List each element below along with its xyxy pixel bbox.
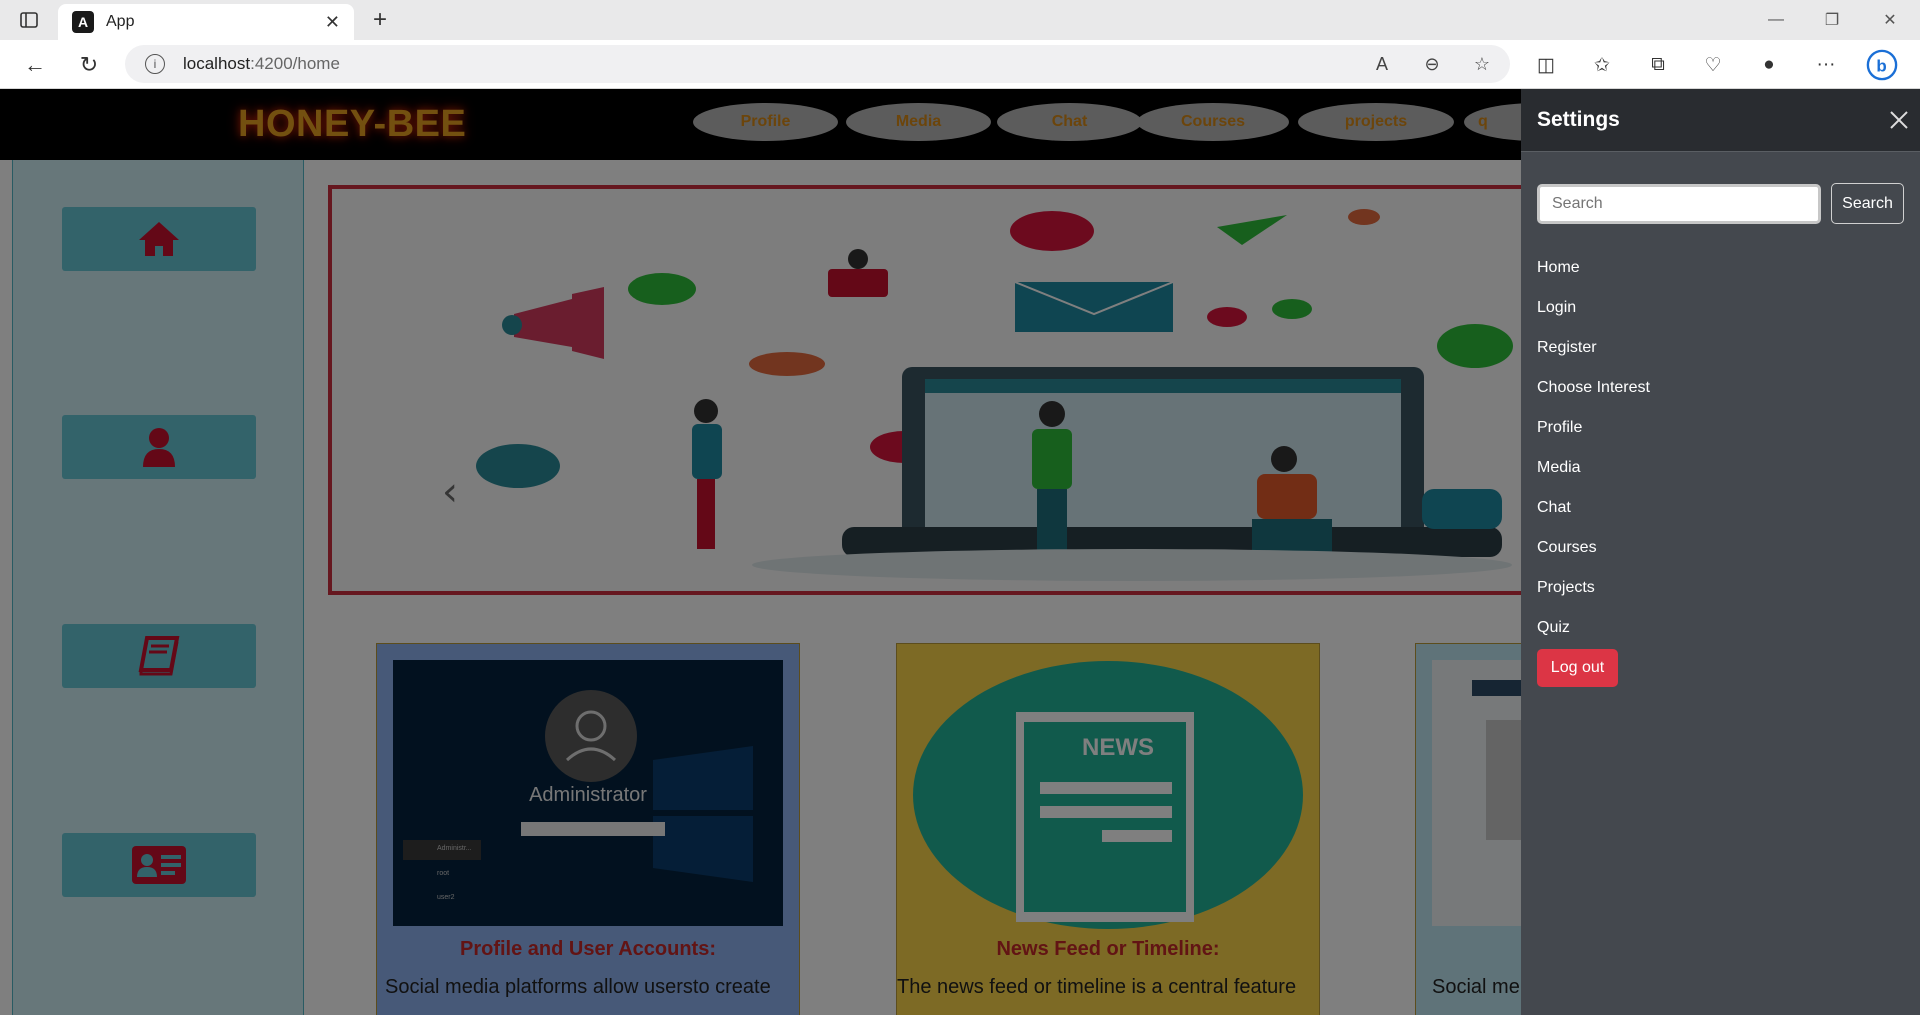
- svg-text:b: b: [1876, 57, 1886, 76]
- tab-close-icon[interactable]: ✕: [325, 12, 340, 33]
- favorite-star-icon[interactable]: ☆: [1468, 50, 1496, 78]
- search-button[interactable]: Search: [1831, 183, 1904, 224]
- url-field[interactable]: i localhost:4200/home A ⊖ ☆: [125, 45, 1510, 83]
- menu-link-media[interactable]: Media: [1537, 459, 1581, 477]
- logout-button[interactable]: Log out: [1537, 649, 1618, 687]
- menu-link-quiz[interactable]: Quiz: [1537, 619, 1570, 637]
- favorites-icon[interactable]: ✩: [1586, 50, 1618, 80]
- window-close-icon[interactable]: ✕: [1870, 6, 1910, 34]
- menu-link-projects[interactable]: Projects: [1537, 579, 1595, 597]
- back-icon[interactable]: ←: [20, 50, 50, 80]
- menu-link-login[interactable]: Login: [1537, 299, 1576, 317]
- split-screen-icon[interactable]: ◫: [1530, 50, 1562, 80]
- restore-icon[interactable]: ❐: [1812, 6, 1852, 34]
- browser-tab-bar: A App ✕ + — ❐ ✕: [0, 0, 1920, 40]
- offcanvas-header: Settings: [1521, 89, 1920, 152]
- read-aloud-icon[interactable]: A: [1368, 50, 1396, 78]
- menu-link-profile[interactable]: Profile: [1537, 419, 1582, 437]
- menu-link-chat[interactable]: Chat: [1537, 499, 1571, 517]
- more-menu-icon[interactable]: ···: [1810, 50, 1842, 80]
- zoom-out-icon[interactable]: ⊖: [1418, 50, 1446, 78]
- url-text: localhost:4200/home: [183, 54, 340, 73]
- new-tab-icon[interactable]: +: [366, 6, 394, 34]
- browser-tab[interactable]: A App ✕: [58, 4, 354, 40]
- close-icon[interactable]: [1886, 107, 1912, 133]
- bing-copilot-icon[interactable]: b: [1866, 49, 1898, 81]
- offcanvas-title: Settings: [1537, 108, 1620, 131]
- address-bar: ← ↻ i localhost:4200/home A ⊖ ☆ ◫ ✩ ⧉ ♡ …: [0, 40, 1920, 89]
- refresh-icon[interactable]: ↻: [74, 50, 104, 80]
- tab-title: App: [106, 13, 135, 30]
- menu-link-courses[interactable]: Courses: [1537, 539, 1597, 557]
- menu-link-choose-interest[interactable]: Choose Interest: [1537, 379, 1650, 397]
- browser-essentials-icon[interactable]: ♡: [1697, 50, 1729, 80]
- search-input[interactable]: [1537, 184, 1821, 224]
- collections-icon[interactable]: ⧉: [1642, 50, 1674, 80]
- profile-icon[interactable]: ●: [1753, 50, 1785, 80]
- tab-actions-icon[interactable]: [14, 8, 44, 32]
- menu-link-home[interactable]: Home: [1537, 259, 1580, 277]
- site-info-icon[interactable]: i: [145, 54, 165, 74]
- minimize-icon[interactable]: —: [1756, 6, 1796, 34]
- menu-link-register[interactable]: Register: [1537, 339, 1597, 357]
- settings-offcanvas: Settings Search Home Login Register Choo…: [1521, 89, 1920, 1015]
- angular-favicon-icon: A: [72, 11, 94, 33]
